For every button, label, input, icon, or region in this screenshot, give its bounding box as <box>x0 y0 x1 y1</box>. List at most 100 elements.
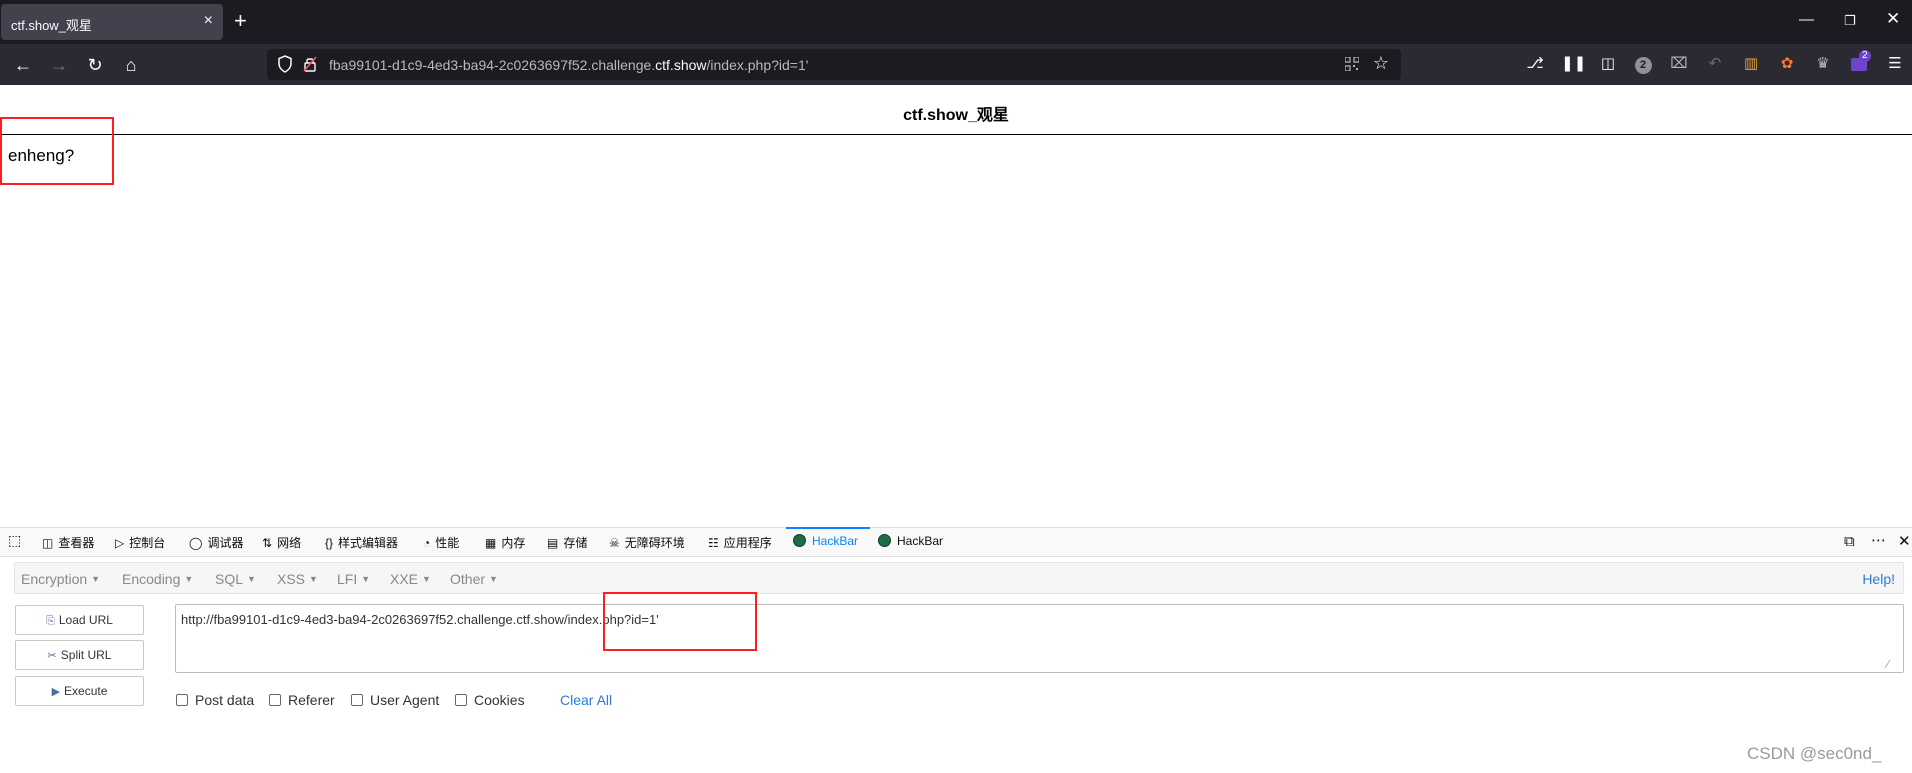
undo-icon[interactable]: ↶ <box>1703 52 1727 76</box>
url-host: ctf.show <box>655 57 707 73</box>
memory-icon: ▦ <box>485 536 497 550</box>
element-picker-icon[interactable]: ⬚ <box>8 532 21 550</box>
hackbar-url-input[interactable]: http://fba99101-d1c9-4ed3-ba94-2c0263697… <box>175 604 1904 673</box>
reload-icon[interactable]: ↻ <box>82 52 108 78</box>
tab-memory[interactable]: ▦ 内存 <box>485 534 525 552</box>
post-data-checkbox[interactable]: Post data <box>176 692 254 708</box>
user-agent-checkbox[interactable]: User Agent <box>351 692 439 708</box>
referer-checkbox[interactable]: Referer <box>269 692 335 708</box>
devtools-tab-bar: ⬚ ◫ 查看器 ▷ 控制台 ◯ 调试器 ⇅ 网络 {} 样式编辑器 ◔ 性能 ▦ 内存 ▤ 存储… <box>0 527 1912 557</box>
library-icon[interactable]: ❚❚ <box>1561 52 1586 76</box>
forward-arrow-icon[interactable]: → <box>46 52 72 78</box>
checkbox-box[interactable] <box>176 694 188 706</box>
tab-storage[interactable]: ▤ 存储 <box>547 534 587 552</box>
close-devtools-icon[interactable]: ✕ <box>1898 532 1911 550</box>
hackbar-icon <box>793 534 806 547</box>
caret-down-icon: ▼ <box>309 574 318 584</box>
storage-icon: ▤ <box>547 536 559 550</box>
close-window-icon[interactable]: ✕ <box>1886 9 1900 29</box>
play-icon: ▶ <box>51 686 61 698</box>
tab-title: ctf.show_观星 <box>11 18 92 33</box>
execute-button[interactable]: ▶ Execute <box>15 676 144 706</box>
tab-style-editor[interactable]: {} 样式编辑器 <box>325 534 398 552</box>
checkbox-box[interactable] <box>455 694 467 706</box>
qr-code-icon[interactable] <box>1345 57 1359 71</box>
tab-application[interactable]: ☷ 应用程序 <box>708 534 772 552</box>
insecure-lock-icon[interactable] <box>303 56 317 72</box>
scissors-icon: ✂ <box>47 650 57 662</box>
url-path: /index.php?id=1' <box>706 57 809 73</box>
caret-down-icon: ▼ <box>247 574 256 584</box>
more-options-icon[interactable]: ⋯ <box>1871 531 1886 549</box>
chart-extension-icon[interactable]: ▥ <box>1739 52 1763 76</box>
menu-encoding[interactable]: Encoding ▼ <box>122 571 193 587</box>
menu-other[interactable]: Other ▼ <box>450 571 498 587</box>
minimize-window-icon[interactable]: — <box>1799 11 1814 28</box>
debugger-icon: ◯ <box>189 536 203 550</box>
load-url-icon: ⎘ <box>46 615 55 627</box>
tab-inspector[interactable]: ◫ 查看器 <box>42 534 94 552</box>
menu-lfi[interactable]: LFI ▼ <box>337 571 370 587</box>
caret-down-icon: ▼ <box>361 574 371 584</box>
tab-performance[interactable]: ◔ 性能 <box>423 534 459 552</box>
bookmark-star-icon[interactable]: ☆ <box>1373 53 1389 74</box>
tab-hackbar[interactable]: HackBar <box>878 534 943 552</box>
notification-badge: 2 <box>1859 50 1871 62</box>
caret-down-icon: ▼ <box>422 574 431 584</box>
checkbox-box[interactable] <box>351 694 363 706</box>
performance-icon: ◔ <box>423 536 431 550</box>
split-url-button[interactable]: ✂ Split URL <box>15 640 144 670</box>
back-arrow-icon[interactable]: ← <box>10 52 36 78</box>
sidebar-icon[interactable]: ◫ <box>1596 52 1620 76</box>
menu-hamburger-icon[interactable]: ☰ <box>1883 52 1907 76</box>
load-url-button[interactable]: ⎘ Load URL <box>15 605 144 635</box>
close-tab-icon[interactable]: × <box>204 12 213 30</box>
tab-network[interactable]: ⇅ 网络 <box>262 534 301 552</box>
tab-hackbar-active[interactable]: HackBar <box>793 534 858 552</box>
menu-xss[interactable]: XSS ▼ <box>277 571 318 587</box>
browser-tab[interactable]: ctf.show_观星 × <box>1 4 223 40</box>
checkbox-box[interactable] <box>269 694 281 706</box>
menu-xxe[interactable]: XXE ▼ <box>390 571 431 587</box>
home-icon[interactable]: ⌂ <box>118 52 144 78</box>
url-text[interactable]: fba99101-d1c9-4ed3-ba94-2c0263697f52.cha… <box>329 57 808 73</box>
menu-sql[interactable]: SQL ▼ <box>215 571 256 587</box>
tab-console[interactable]: ▷ 控制台 <box>115 534 165 552</box>
notification-extension-icon[interactable]: 2 <box>1847 50 1871 76</box>
console-icon: ▷ <box>115 536 125 550</box>
style-editor-icon: {} <box>325 536 334 550</box>
address-bar[interactable]: fba99101-d1c9-4ed3-ba94-2c0263697f52.cha… <box>267 49 1401 80</box>
caret-down-icon: ▼ <box>184 574 194 584</box>
tab-strip: ctf.show_观星 × + — ❐ ✕ <box>0 0 1912 44</box>
cookies-checkbox[interactable]: Cookies <box>455 692 525 708</box>
puzzle-extension-icon[interactable]: ♛ <box>1811 52 1835 76</box>
crop-icon[interactable]: ⌧ <box>1667 52 1691 76</box>
network-icon: ⇅ <box>262 536 273 550</box>
accessibility-icon: ☠ <box>609 536 620 550</box>
menu-encryption[interactable]: Encryption ▼ <box>21 571 100 587</box>
active-tab-indicator <box>786 527 870 529</box>
tab-accessibility[interactable]: ☠ 无障碍环境 <box>609 534 685 552</box>
page-divider <box>0 134 1912 135</box>
extension-badge-icon[interactable]: 2 <box>1631 52 1655 76</box>
new-tab-button[interactable]: + <box>234 9 247 33</box>
dock-side-icon[interactable]: ⧉ <box>1844 533 1855 550</box>
hackbar-menu-bar: Encryption ▼ Encoding ▼ SQL ▼ XSS ▼ LFI ▼ XXE… <box>14 562 1904 594</box>
extension-badge: 2 <box>1634 57 1652 74</box>
watermark: CSDN @sec0nd_ <box>1747 744 1882 763</box>
hackbar-icon <box>878 534 891 547</box>
help-link[interactable]: Help! <box>1862 571 1895 587</box>
restore-window-icon[interactable]: ❐ <box>1844 13 1856 29</box>
url-prefix: fba99101-d1c9-4ed3-ba94-2c0263697f52.cha… <box>329 57 656 73</box>
tracking-shield-icon[interactable] <box>277 55 293 73</box>
red-highlight-box <box>603 592 757 651</box>
caret-down-icon: ▼ <box>489 574 498 584</box>
resize-grip-icon[interactable]: ∕ <box>1887 657 1901 671</box>
caret-down-icon: ▼ <box>91 574 101 584</box>
tab-debugger[interactable]: ◯ 调试器 <box>189 534 243 552</box>
red-highlight-box <box>0 117 114 185</box>
clear-all-link[interactable]: Clear All <box>560 692 612 708</box>
fox-extension-icon[interactable]: ✿ <box>1775 52 1799 76</box>
application-icon: ☷ <box>708 536 719 550</box>
save-to-pocket-icon[interactable]: ⎇ <box>1523 52 1547 76</box>
